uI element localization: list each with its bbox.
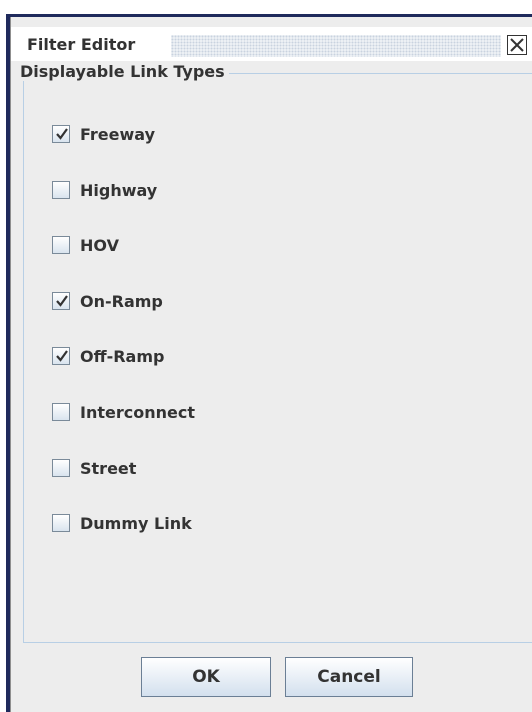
checkbox[interactable] xyxy=(52,347,70,365)
option-label: Freeway xyxy=(80,124,156,144)
option-label: On-Ramp xyxy=(80,291,163,311)
option-off-ramp[interactable]: Off-Ramp xyxy=(52,344,164,368)
option-highway[interactable]: Highway xyxy=(52,178,157,202)
option-label: Dummy Link xyxy=(80,513,192,533)
option-label: HOV xyxy=(80,235,119,255)
option-label: Highway xyxy=(80,180,158,200)
checkmark-icon xyxy=(56,295,68,307)
option-dummy-link[interactable]: Dummy Link xyxy=(52,511,192,535)
cancel-button[interactable]: Cancel xyxy=(285,657,413,697)
close-icon xyxy=(510,38,524,52)
close-button[interactable] xyxy=(507,35,527,55)
checkbox[interactable] xyxy=(52,459,70,477)
option-label: Street xyxy=(80,458,137,478)
option-on-ramp[interactable]: On-Ramp xyxy=(52,289,163,313)
checkmark-icon xyxy=(56,128,68,140)
dialog-content: OK Cancel xyxy=(11,61,532,712)
option-street[interactable]: Street xyxy=(52,456,136,480)
option-label: Interconnect xyxy=(80,402,195,422)
group-title: Displayable Link Types xyxy=(18,62,229,81)
option-label: Off-Ramp xyxy=(80,346,165,366)
checkbox[interactable] xyxy=(52,514,70,532)
checkmark-icon xyxy=(56,350,68,362)
option-interconnect[interactable]: Interconnect xyxy=(52,400,195,424)
title-bar[interactable]: Filter Editor xyxy=(11,27,532,61)
option-freeway[interactable]: Freeway xyxy=(52,122,155,146)
checkbox[interactable] xyxy=(52,403,70,421)
checkbox[interactable] xyxy=(52,236,70,254)
option-hov[interactable]: HOV xyxy=(52,233,119,257)
checkbox[interactable] xyxy=(52,292,70,310)
ok-button[interactable]: OK xyxy=(141,657,271,697)
checkbox[interactable] xyxy=(52,125,70,143)
checkbox[interactable] xyxy=(52,181,70,199)
title-bar-grip[interactable] xyxy=(171,35,501,57)
window-title: Filter Editor xyxy=(27,35,136,54)
